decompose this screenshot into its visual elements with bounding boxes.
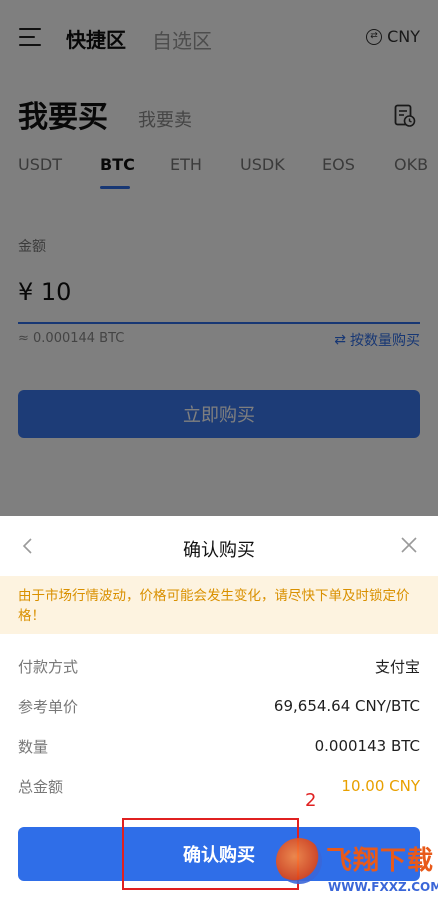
row-payment-method: 付款方式 支付宝 xyxy=(18,653,420,679)
row-label: 参考单价 xyxy=(18,697,79,716)
watermark-text: 飞翔下载 xyxy=(326,846,435,876)
row-value: 10.00 CNY xyxy=(341,777,420,795)
row-total: 总金额 10.00 CNY xyxy=(18,773,420,799)
modal-overlay[interactable] xyxy=(0,0,438,516)
row-unit-price: 参考单价 69,654.64 CNY/BTC xyxy=(18,693,420,719)
price-warning: 由于市场行情波动，价格可能会发生变化，请尽快下单及时锁定价格！ xyxy=(0,576,438,634)
watermark-logo-icon xyxy=(276,838,322,884)
row-label: 付款方式 xyxy=(18,657,79,676)
sheet-title: 确认购买 xyxy=(183,540,255,561)
row-label: 数量 xyxy=(18,737,49,756)
close-icon[interactable] xyxy=(400,536,418,554)
row-value: 0.000143 BTC xyxy=(314,737,420,755)
row-quantity: 数量 0.000143 BTC xyxy=(18,733,420,759)
row-value: 支付宝 xyxy=(374,657,420,676)
watermark-url: WWW.FXXZ.COM xyxy=(328,880,438,894)
annotation-step-number: 2 xyxy=(305,790,317,811)
row-label: 总金额 xyxy=(18,777,64,796)
watermark: 飞翔下载 WWW.FXXZ.COM xyxy=(270,830,438,909)
row-value: 69,654.64 CNY/BTC xyxy=(273,697,420,715)
